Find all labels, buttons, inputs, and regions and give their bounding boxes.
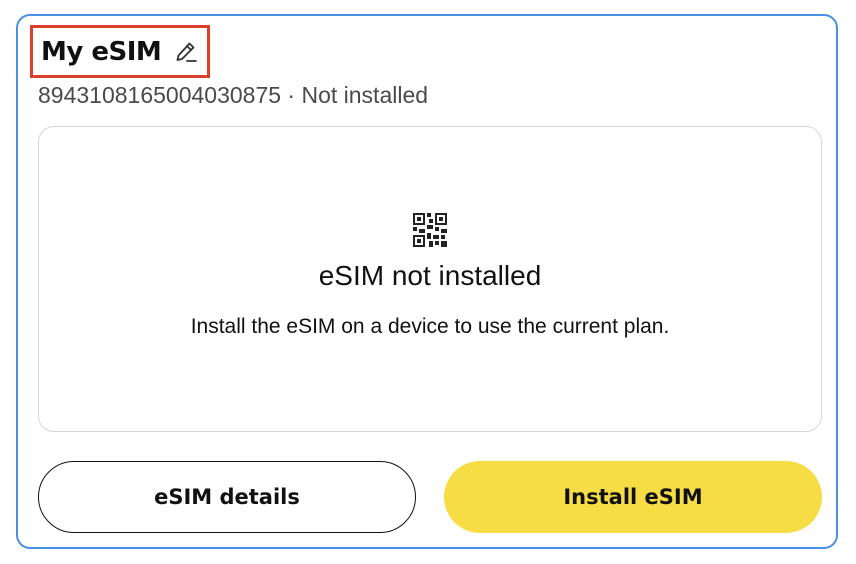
esim-iccid-status: 8943108165004030875 · Not installed (38, 82, 429, 108)
status-title: eSIM not installed (318, 260, 542, 291)
qr-code-icon (413, 213, 447, 247)
esim-title-row: My eSIM (30, 25, 211, 78)
pencil-icon[interactable] (173, 39, 199, 65)
status-description: Install the eSIM on a device to use the … (190, 315, 670, 338)
esim-status-panel: eSIM not installed Install the eSIM on a… (38, 126, 822, 432)
esim-details-button[interactable]: eSIM details (38, 461, 416, 533)
esim-card: My eSIM 8943108165004030875 · Not instal… (16, 14, 838, 549)
install-esim-button[interactable]: Install eSIM (444, 461, 822, 533)
esim-title: My eSIM (41, 36, 162, 67)
